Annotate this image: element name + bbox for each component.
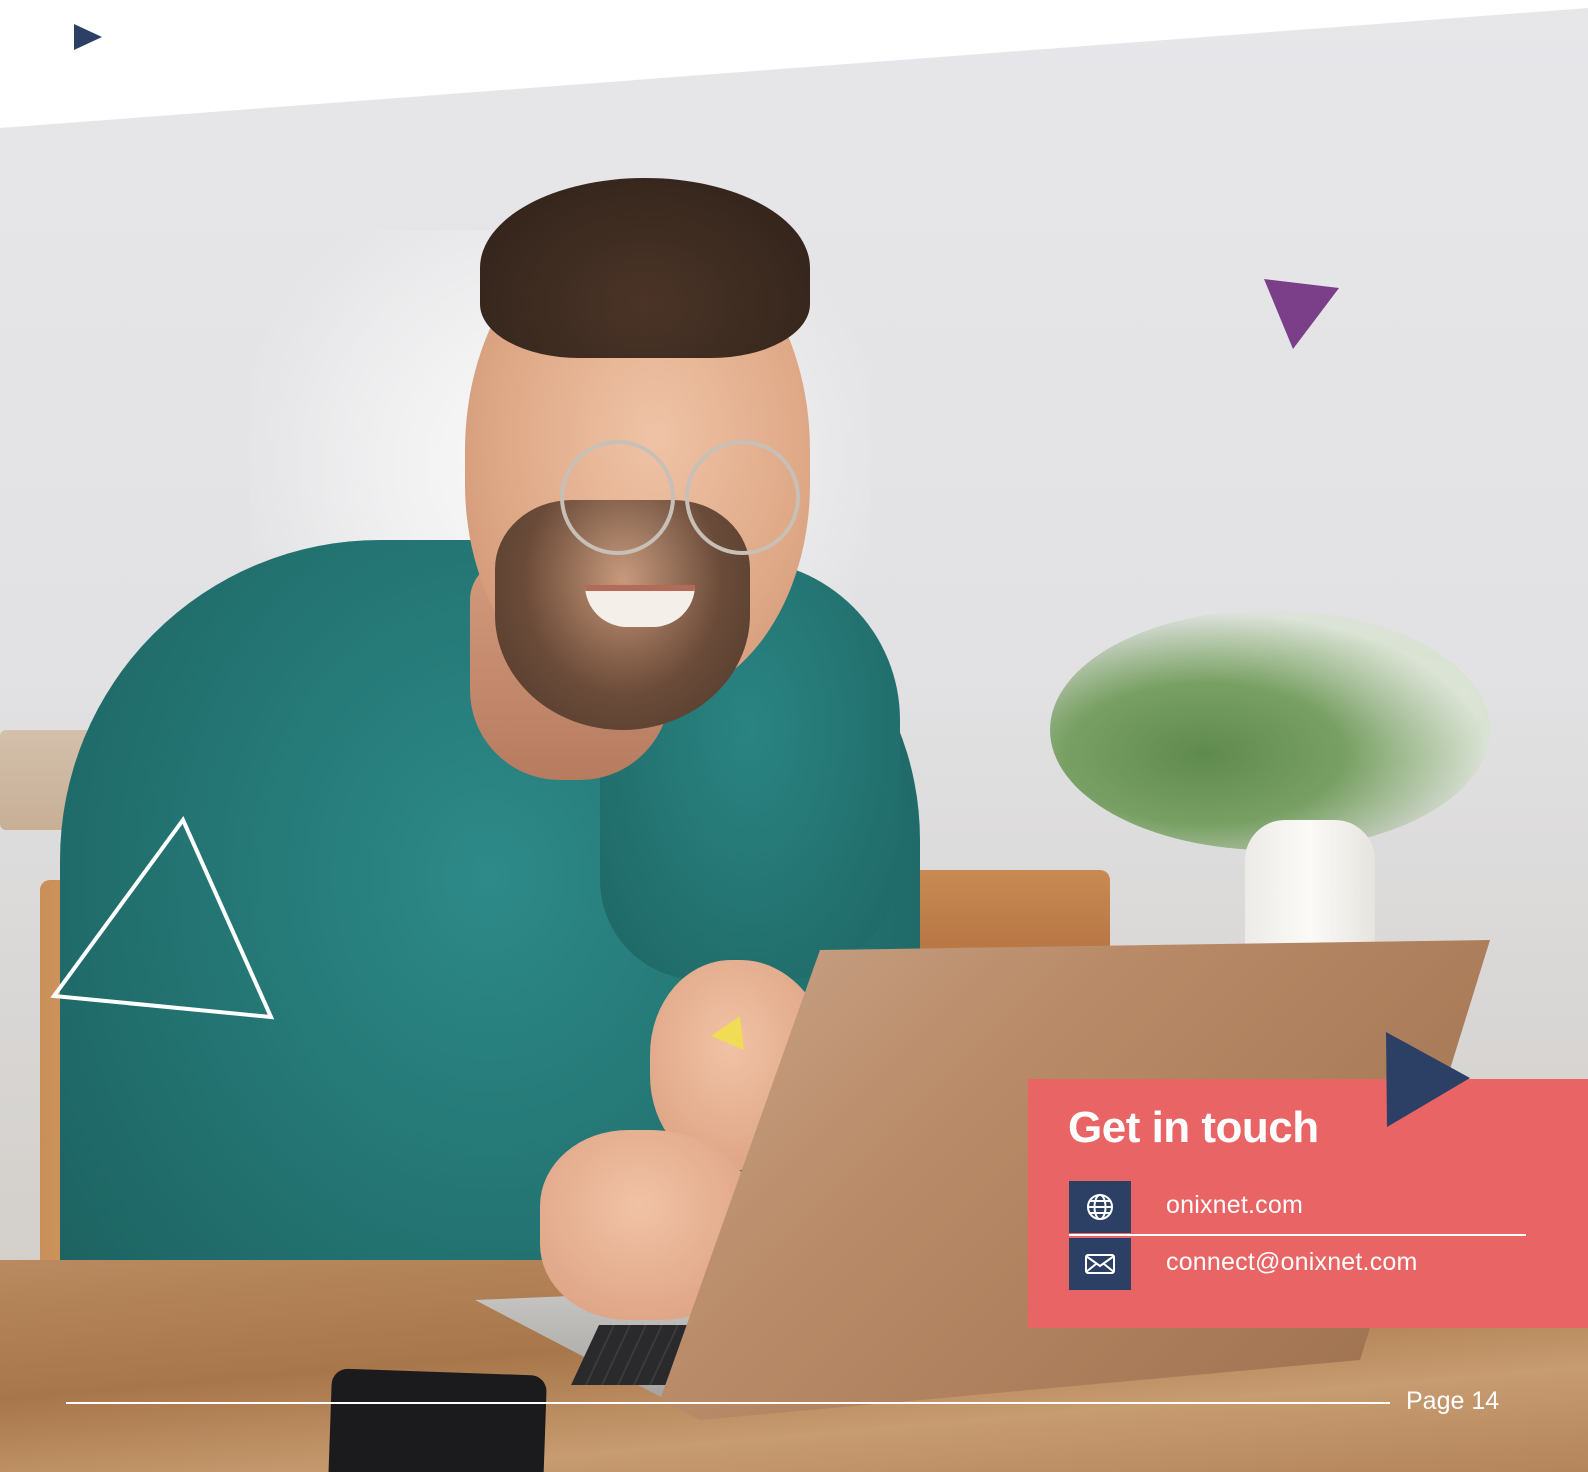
- person-hair: [480, 178, 810, 358]
- eyeglasses: [555, 430, 805, 565]
- page-number: Page 14: [1406, 1387, 1500, 1415]
- website-row[interactable]: onixnet.com: [1069, 1181, 1569, 1233]
- globe-icon: [1069, 1181, 1131, 1233]
- corner-triangle-icon: [74, 24, 102, 50]
- outline-triangle-icon: [50, 816, 275, 1020]
- envelope-icon: [1069, 1238, 1131, 1290]
- email-link[interactable]: connect@onixnet.com: [1166, 1248, 1418, 1277]
- yellow-triangle-icon: [711, 1016, 744, 1050]
- smartphone: [327, 1368, 548, 1472]
- footer-divider: [66, 1402, 1390, 1404]
- contact-card: Get in touch onixnet.com connect@onixnet…: [1028, 1079, 1588, 1328]
- purple-triangle-icon: [1264, 279, 1339, 349]
- contact-card-title: Get in touch: [1068, 1103, 1319, 1152]
- contact-divider: [1069, 1234, 1526, 1236]
- navy-triangle-icon: [1386, 1032, 1470, 1127]
- website-link[interactable]: onixnet.com: [1166, 1191, 1303, 1220]
- flower-plant: [1050, 610, 1490, 850]
- email-row[interactable]: connect@onixnet.com: [1069, 1238, 1569, 1290]
- brochure-page: Get in touch onixnet.com connect@onixnet…: [0, 0, 1588, 1472]
